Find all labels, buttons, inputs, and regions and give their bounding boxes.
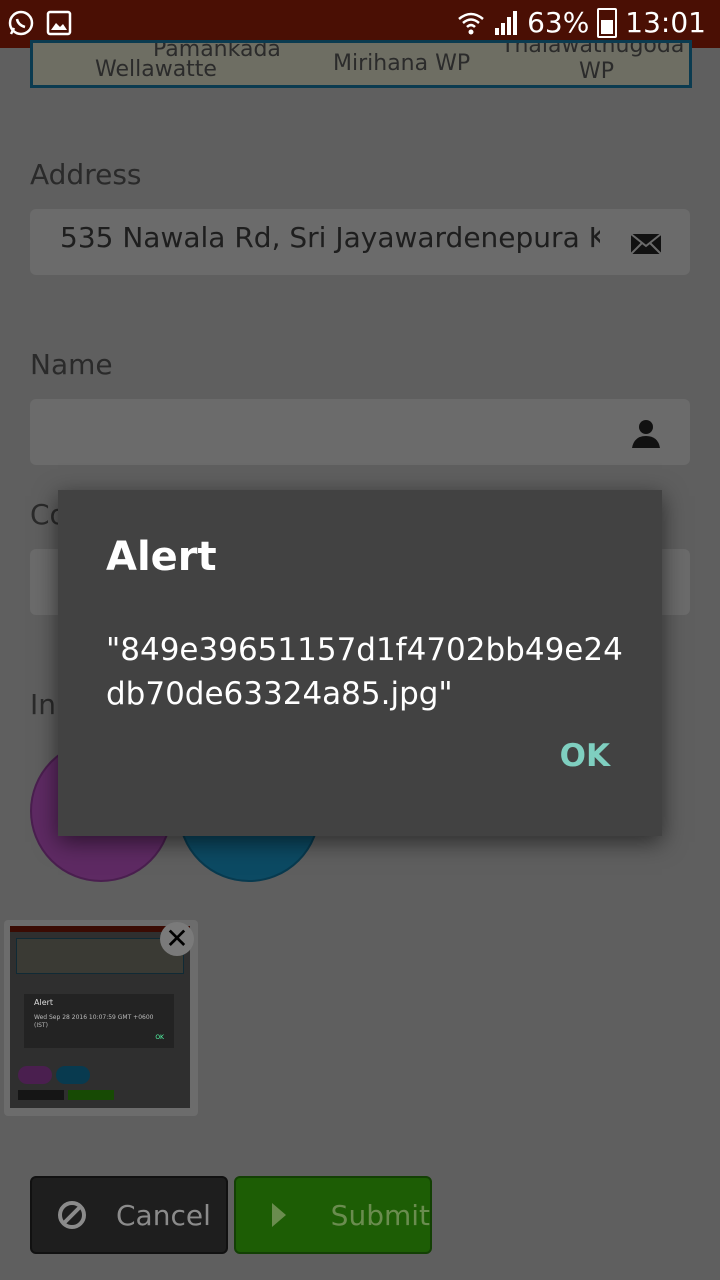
thumbnail-alert-ok: OK	[155, 1034, 164, 1041]
image-icon	[46, 10, 72, 36]
ban-icon	[54, 1199, 90, 1231]
whatsapp-icon	[8, 10, 34, 36]
close-icon[interactable]: ✕	[160, 922, 194, 956]
envelope-icon	[630, 233, 662, 255]
submit-button[interactable]: Submit	[234, 1176, 432, 1254]
thumbnail-preview: Alert Wed Sep 28 2016 10:07:59 GMT +0600…	[10, 926, 190, 1108]
map-label: Wellawatte	[95, 57, 217, 82]
ok-button[interactable]: OK	[560, 738, 610, 774]
clock: 13:01	[625, 6, 706, 39]
battery-icon	[597, 7, 618, 38]
signal-icon	[495, 10, 518, 35]
battery-percent: 63%	[527, 6, 590, 39]
wifi-icon	[458, 12, 484, 34]
map-label: Mirihana WP	[333, 51, 471, 76]
dialog-title: Alert	[106, 534, 217, 580]
map-label: Thalawathugoda	[501, 40, 685, 58]
map-label: WP	[579, 59, 615, 84]
map-view[interactable]: Pamankada Wellawatte Mirihana WP Thalawa…	[30, 40, 692, 88]
name-label: Name	[30, 348, 113, 381]
address-value: 535 Nawala Rd, Sri Jayawardenepura Kotte	[60, 221, 600, 254]
name-field[interactable]	[30, 399, 690, 465]
thumbnail-alert-text: Wed Sep 28 2016 10:07:59 GMT +0600 (IST)	[34, 1014, 154, 1029]
play-icon	[262, 1201, 297, 1229]
alert-dialog: Alert "849e39651157d1f4702bb49e24db70de6…	[58, 490, 662, 836]
cancel-button[interactable]: Cancel	[30, 1176, 228, 1254]
submit-label: Submit	[330, 1198, 430, 1232]
address-label: Address	[30, 158, 142, 191]
images-label: In	[30, 688, 57, 721]
thumbnail-alert-title: Alert	[34, 998, 54, 1007]
dialog-message: "849e39651157d1f4702bb49e24db70de63324a8…	[106, 632, 623, 712]
cancel-label: Cancel	[116, 1198, 211, 1232]
address-field[interactable]: 535 Nawala Rd, Sri Jayawardenepura Kotte	[30, 209, 690, 275]
user-icon	[632, 420, 660, 448]
